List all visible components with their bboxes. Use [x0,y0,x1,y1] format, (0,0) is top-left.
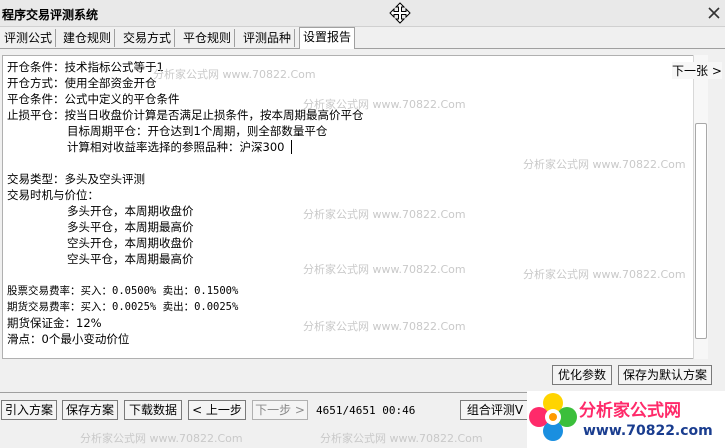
tab-formula[interactable]: 评测公式 [1,29,57,47]
report-line: 期货交易费率：买入：0.0025% 卖出：0.0025% [7,301,239,313]
report-line: 股票交易费率：买入：0.0500% 卖出：0.1500% [7,285,239,297]
move-cursor-icon [389,2,411,24]
tab-bar: 评测公式 建仓规则 交易方式 平仓规则 评测品种 设置报告 [0,27,725,49]
tab-instruments[interactable]: 评测品种 [240,29,296,47]
site-logo: 分析家公式网 www.70822.com [527,391,725,448]
optimize-params-button[interactable]: 优化参数 [552,365,612,385]
report-line: 空头开仓，本周期收盘价 [67,236,194,250]
report-line: 多头平仓，本周期最高价 [67,220,194,234]
prev-step-button[interactable]: < 上一步 [188,400,246,420]
report-line: 多头开仓，本周期收盘价 [67,204,194,218]
logo-brand-text: 分析家公式网 [579,401,681,421]
download-data-button[interactable]: 下载数据 [124,400,182,420]
report-line: 空头平仓，本周期最高价 [67,252,194,266]
watermark: 分析家公式网 www.70822.Com [303,320,466,333]
report-line: 平仓条件：公式中定义的平仓条件 [7,92,180,106]
watermark: 分析家公式网 www.70822.Com [303,208,466,221]
title-bar: 程序交易评测系统 [0,0,725,27]
text-caret [291,140,292,154]
status-readout: 4651/4651 00:46 [316,404,415,417]
tab-close-rules[interactable]: 平仓规则 [180,29,236,47]
watermark: 分析家公式网 www.70822.Com [523,158,686,171]
report-line: 交易时机与价位： [7,188,99,202]
report-line: 计算相对收益率选择的参照品种：沪深300 [67,140,285,154]
watermark: 分析家公式网 www.70822.Com [80,432,243,445]
watermark: 分析家公式网 www.70822.Com [303,263,466,276]
window-title: 程序交易评测系统 [2,8,99,22]
import-scheme-button[interactable]: 引入方案 [1,400,57,420]
logo-url-text: www.70822.com [583,423,713,439]
flower-logo-icon [529,393,577,441]
watermark: 分析家公式网 www.70822.Com [320,432,483,445]
save-scheme-button[interactable]: 保存方案 [62,400,118,420]
report-line: 开仓条件：技术指标公式等于1 [7,60,164,74]
next-step-button[interactable]: 下一步 > [252,400,308,420]
tab-open-rules[interactable]: 建仓规则 [60,29,116,47]
combo-eval-button[interactable]: 组合评测V [460,400,530,420]
tab-report-settings[interactable]: 设置报告 [299,27,356,49]
progress-count: 4651/4651 [316,404,376,417]
report-line: 交易类型：多头及空头评测 [7,172,145,186]
next-page-link[interactable]: 下一张 > [672,62,722,79]
report-line: 目标周期平仓：开仓达到1个周期，则全部数量平仓 [67,124,328,138]
watermark: 分析家公式网 www.70822.Com [303,98,466,111]
tab-trade-mode[interactable]: 交易方式 [120,29,176,47]
close-icon[interactable] [705,4,723,22]
save-default-button[interactable]: 保存为默认方案 [618,365,712,385]
watermark: 分析家公式网 www.70822.Com [153,68,316,81]
report-line: 开仓方式：使用全部资金开仓 [7,76,157,90]
elapsed-time: 00:46 [382,404,416,417]
report-line: 滑点：0个最小变动价位 [7,332,130,346]
report-line: 期货保证金：12% [7,316,102,330]
watermark: 分析家公式网 www.70822.Com [523,268,686,281]
report-text-area[interactable]: 开仓条件：技术指标公式等于1 开仓方式：使用全部资金开仓 平仓条件：公式中定义的… [2,55,694,359]
scrollbar-thumb[interactable] [695,123,707,339]
